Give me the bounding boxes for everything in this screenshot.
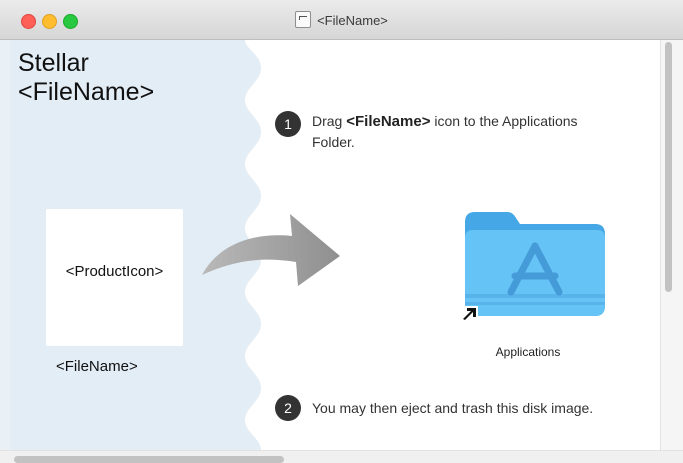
alias-arrow-icon bbox=[462, 306, 478, 322]
document-icon bbox=[295, 11, 312, 28]
app-title: Stellar <FileName> bbox=[18, 49, 154, 107]
horizontal-scrollbar-thumb[interactable] bbox=[14, 456, 284, 463]
vertical-scrollbar-thumb[interactable] bbox=[665, 42, 672, 292]
product-file-label: <FileName> bbox=[56, 358, 138, 375]
window-title: <FileName> bbox=[317, 13, 388, 28]
applications-folder-icon[interactable] bbox=[463, 210, 608, 320]
installer-window: <FileName> Stellar <FileName> <ProductIc… bbox=[0, 0, 683, 463]
step-1-text-before: Drag bbox=[312, 113, 347, 129]
horizontal-scrollbar[interactable] bbox=[0, 450, 683, 463]
step-2: 2 You may then eject and trash this disk… bbox=[275, 395, 659, 421]
drag-arrow-icon bbox=[202, 214, 340, 286]
window-left-edge bbox=[0, 40, 10, 450]
app-file-name: <FileName> bbox=[18, 78, 155, 106]
step-2-number: 2 bbox=[275, 395, 301, 421]
dmg-background: Stellar <FileName> <ProductIcon> <FileNa… bbox=[10, 40, 659, 450]
vertical-scrollbar[interactable] bbox=[660, 40, 683, 450]
step-2-text: You may then eject and trash this disk i… bbox=[312, 400, 594, 416]
product-icon[interactable]: <ProductIcon> bbox=[46, 209, 183, 346]
step-1: 1 Drag <FileName> icon to the Applicatio… bbox=[275, 111, 605, 152]
window-title-wrap: <FileName> bbox=[0, 11, 683, 28]
step-1-filename: <FileName> bbox=[346, 113, 431, 130]
step-1-number: 1 bbox=[275, 111, 301, 137]
product-icon-label: <ProductIcon> bbox=[65, 263, 164, 280]
app-name: Stellar bbox=[18, 49, 89, 77]
step-1-text: Drag <FileName> icon to the Applications… bbox=[312, 111, 605, 152]
applications-folder-label: Applications bbox=[495, 345, 561, 359]
title-bar[interactable]: <FileName> bbox=[0, 0, 683, 40]
